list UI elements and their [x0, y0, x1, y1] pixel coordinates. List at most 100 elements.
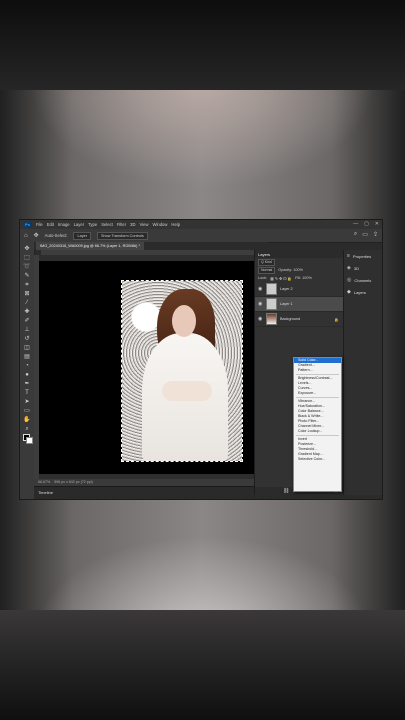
menu-separator: [296, 435, 339, 436]
dock-layers[interactable]: ◆ Layers: [344, 286, 382, 298]
layer-thumbnail: [266, 313, 277, 325]
blend-mode-select[interactable]: Normal: [258, 266, 276, 274]
menu-separator: [296, 374, 339, 375]
workspace-icon[interactable]: ▭: [362, 231, 368, 238]
window-controls: — ▢ ✕: [353, 221, 379, 227]
dodge-tool-icon[interactable]: ●: [23, 372, 31, 379]
link-icon[interactable]: ⛓: [283, 488, 289, 494]
opacity-field[interactable]: Opacity: 100%: [278, 268, 303, 272]
auto-select-label[interactable]: Auto-Select:: [45, 233, 68, 238]
zoom-tool-icon[interactable]: ⌕: [23, 426, 31, 433]
menu-filter[interactable]: Filter: [117, 222, 126, 227]
layers-tab[interactable]: Layers: [255, 250, 343, 258]
options-bar: ⌂ ✥ Auto-Select: Layer Show Transform Co…: [20, 229, 382, 243]
dock-3d[interactable]: ◈ 3D: [344, 262, 382, 274]
menu-image[interactable]: Image: [58, 222, 70, 227]
hand-tool-icon[interactable]: ✋: [23, 417, 31, 424]
layer-row-layer-2[interactable]: ◉ Layer 2: [255, 282, 343, 297]
lock-icons[interactable]: ▦ ✎ ✥ ⊡ 🔒: [270, 276, 292, 281]
background-color-swatch[interactable]: [26, 437, 33, 444]
menu-window[interactable]: Window: [153, 222, 168, 227]
history-brush-icon[interactable]: ↺: [23, 336, 31, 343]
channels-icon: ◎: [347, 277, 352, 283]
timeline-panel: Timeline: [34, 486, 272, 499]
move-tool-icon[interactable]: ✥: [23, 246, 31, 253]
quick-select-tool-icon[interactable]: ✎: [23, 273, 31, 280]
close-icon[interactable]: ✕: [375, 221, 379, 227]
timeline-tab[interactable]: Timeline: [38, 490, 53, 495]
lasso-tool-icon[interactable]: ➰: [23, 264, 31, 271]
move-tool-icon[interactable]: ✥: [34, 232, 39, 239]
menu-type[interactable]: Type: [88, 222, 97, 227]
dock-label: 3D: [353, 265, 359, 271]
crop-tool-icon[interactable]: ⌗: [23, 282, 31, 289]
kind-filter[interactable]: Q Kind: [258, 258, 275, 266]
menu-3d[interactable]: 3D: [130, 222, 135, 227]
menu-item-exposure[interactable]: Exposure...: [294, 391, 341, 396]
eyedropper-tool-icon[interactable]: ⁄: [23, 300, 31, 307]
fill-field[interactable]: Fill: 100%: [295, 276, 312, 280]
document-info: 596 px x 842 px (72 ppi): [54, 480, 93, 484]
menu-item-selective-color[interactable]: Selective Color...: [294, 457, 341, 462]
document-canvas[interactable]: [39, 261, 262, 474]
document-tabs: IMG_20240316_WA0009.jpg @ 66.7% (Layer 1…: [34, 242, 268, 250]
zoom-level[interactable]: 66.67%: [38, 480, 50, 484]
status-bar: 66.67% 596 px x 842 px (72 ppi): [34, 479, 272, 486]
auto-select-target[interactable]: Layer: [73, 231, 91, 240]
menu-select[interactable]: Select: [101, 222, 113, 227]
gradient-tool-icon[interactable]: ▤: [23, 354, 31, 361]
pen-tool-icon[interactable]: ✒: [23, 381, 31, 388]
adjustment-layer-menu: Solid Color... Gradient... Pattern... Brigh…: [293, 357, 342, 492]
lock-label: Lock:: [258, 276, 268, 280]
top-dark-band: [0, 0, 405, 90]
layer-thumbnail: [266, 298, 277, 310]
layers-icon: ◆: [347, 289, 351, 295]
right-dock: ≡ Properties ◈ 3D ◎ Channels ◆ Layers: [343, 250, 382, 495]
shape-tool-icon[interactable]: ▭: [23, 408, 31, 415]
healing-tool-icon[interactable]: ✚: [23, 309, 31, 316]
brush-tool-icon[interactable]: ✐: [23, 318, 31, 325]
type-tool-icon[interactable]: T: [23, 390, 31, 397]
eye-icon[interactable]: ◉: [258, 301, 263, 307]
menu-help[interactable]: Help: [171, 222, 180, 227]
woman-photo: [121, 280, 243, 462]
frame-tool-icon[interactable]: ⊠: [23, 291, 31, 298]
layer-name: Background: [280, 317, 301, 321]
home-icon[interactable]: ⌂: [24, 233, 28, 239]
dock-channels[interactable]: ◎ Channels: [344, 274, 382, 286]
path-select-icon[interactable]: ➤: [23, 399, 31, 406]
menu-layer[interactable]: Layer: [74, 222, 84, 227]
maximize-icon[interactable]: ▢: [364, 221, 369, 227]
ps-logo: Ps: [23, 221, 32, 228]
share-icon[interactable]: ⇪: [373, 231, 378, 238]
layer-row-layer-1[interactable]: ◉ Layer 1: [255, 297, 343, 312]
eye-icon[interactable]: ◉: [258, 316, 263, 322]
face: [172, 305, 196, 337]
menu-item-pattern[interactable]: Pattern...: [294, 368, 341, 373]
menu-edit[interactable]: Edit: [47, 222, 54, 227]
canvas-area: [39, 255, 268, 479]
cube-icon: ◈: [347, 265, 351, 271]
lock-row: Lock: ▦ ✎ ✥ ⊡ 🔒 Fill: 100%: [255, 274, 343, 282]
options-right: ⌕ ▭ ⇪: [354, 231, 378, 238]
eraser-tool-icon[interactable]: ◫: [23, 345, 31, 352]
marquee-tool-icon[interactable]: ⬚: [23, 255, 31, 262]
arms: [162, 381, 212, 401]
document-tab[interactable]: IMG_20240316_WA0009.jpg @ 66.7% (Layer 1…: [36, 242, 144, 250]
layer-row-background[interactable]: ◉ Background 🔒: [255, 312, 343, 327]
menu-file[interactable]: File: [36, 222, 43, 227]
dock-label: Channels: [354, 277, 372, 283]
stamp-tool-icon[interactable]: ⊥: [23, 327, 31, 334]
search-icon[interactable]: ⌕: [354, 231, 357, 238]
tools-panel: ✥ ⬚ ➰ ✎ ⌗ ⊠ ⁄ ✚ ✐ ⊥ ↺ ◫ ▤ ◔ ● ✒ T ➤ ▭ ✋ …: [20, 242, 35, 499]
menu-view[interactable]: View: [140, 222, 149, 227]
dock-properties[interactable]: ≡ Properties: [344, 250, 382, 262]
blur-tool-icon[interactable]: ◔: [23, 363, 31, 370]
bottom-dark-band: [0, 610, 405, 720]
eye-icon[interactable]: ◉: [258, 286, 263, 292]
menu-bar: Ps File Edit Image Layer Type Select Fil…: [20, 220, 382, 229]
menu-item-color-lookup[interactable]: Color Lookup...: [294, 429, 341, 434]
minimize-icon[interactable]: —: [353, 221, 358, 227]
layer-thumbnail: [266, 283, 277, 295]
show-transform-controls[interactable]: Show Transform Controls: [96, 231, 148, 240]
